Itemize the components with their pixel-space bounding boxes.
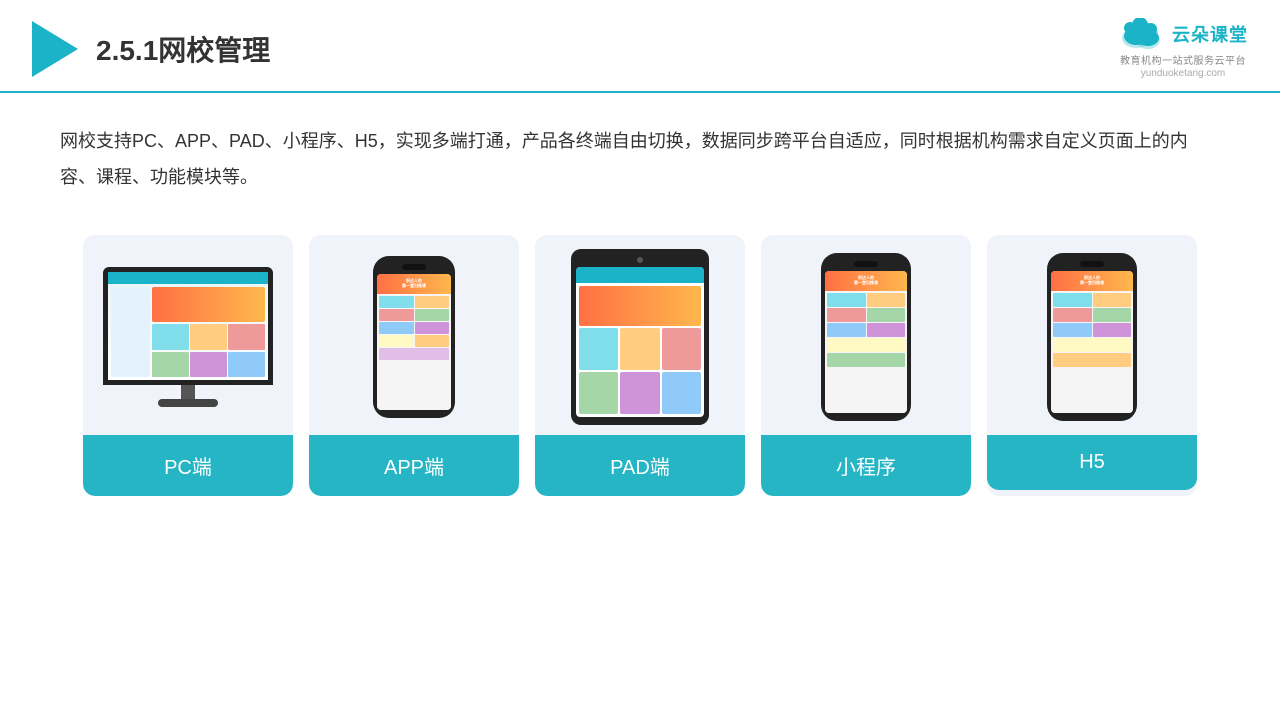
description-paragraph: 网校支持PC、APP、PAD、小程序、H5，实现多端打通，产品各终端自由切换，数… bbox=[60, 123, 1220, 195]
card-pad-image bbox=[535, 235, 745, 435]
phone-miniprogram-icon: 职达人的第一堂归推课 bbox=[821, 253, 911, 421]
card-pc-image bbox=[83, 235, 293, 435]
card-pc[interactable]: PC端 bbox=[83, 235, 293, 496]
card-app[interactable]: 职达人的第一堂归推课 bbox=[309, 235, 519, 496]
header-left: 2.5.1网校管理 bbox=[32, 21, 270, 77]
card-h5[interactable]: 职达人的第一堂归推课 bbox=[987, 235, 1197, 496]
tablet-pad-icon bbox=[571, 249, 709, 425]
card-pad[interactable]: PAD端 bbox=[535, 235, 745, 496]
cloud-icon bbox=[1118, 18, 1166, 50]
card-pad-label: PAD端 bbox=[535, 435, 745, 496]
brand-url: yunduoketang.com bbox=[1141, 68, 1226, 79]
card-h5-label: H5 bbox=[987, 435, 1197, 490]
brand-triangle-icon bbox=[32, 21, 78, 77]
card-app-label: APP端 bbox=[309, 435, 519, 496]
pc-monitor-icon bbox=[103, 267, 273, 407]
brand-tagline: 教育机构一站式服务云平台 bbox=[1120, 52, 1246, 67]
header: 2.5.1网校管理 云朵课堂 教育机构一站式服务云平台 yunduoketang… bbox=[0, 0, 1280, 93]
card-app-image: 职达人的第一堂归推课 bbox=[309, 235, 519, 435]
card-miniprogram-label: 小程序 bbox=[761, 435, 971, 496]
brand-logo: 云朵课堂 教育机构一站式服务云平台 yunduoketang.com bbox=[1118, 18, 1248, 79]
card-h5-image: 职达人的第一堂归推课 bbox=[987, 235, 1197, 435]
page-title: 2.5.1网校管理 bbox=[96, 29, 270, 69]
description-text: 网校支持PC、APP、PAD、小程序、H5，实现多端打通，产品各终端自由切换，数… bbox=[0, 93, 1280, 205]
brand-cloud: 云朵课堂 bbox=[1118, 18, 1248, 50]
phone-app-icon: 职达人的第一堂归推课 bbox=[373, 256, 455, 418]
card-pc-label: PC端 bbox=[83, 435, 293, 496]
phone-h5-icon: 职达人的第一堂归推课 bbox=[1047, 253, 1137, 421]
brand-name: 云朵课堂 bbox=[1172, 21, 1248, 47]
platform-cards: PC端 职达人的第一堂归推课 bbox=[0, 205, 1280, 526]
card-miniprogram[interactable]: 职达人的第一堂归推课 bbox=[761, 235, 971, 496]
card-miniprogram-image: 职达人的第一堂归推课 bbox=[761, 235, 971, 435]
